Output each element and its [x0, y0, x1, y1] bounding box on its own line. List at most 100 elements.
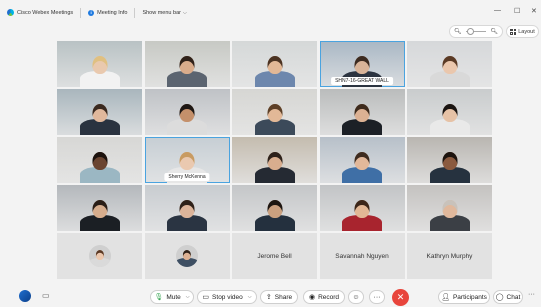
- person-head: [267, 56, 282, 74]
- person-head: [354, 152, 370, 170]
- chevron-down-icon: ⌵: [182, 9, 187, 16]
- person-head: [354, 200, 370, 218]
- participant-name-tag: Sherry McKenna: [164, 173, 210, 181]
- participants-label: Participants: [452, 293, 487, 301]
- person-head: [442, 56, 457, 74]
- layout-button[interactable]: Layout: [506, 25, 539, 38]
- person-head: [95, 249, 104, 260]
- video-tile-off[interactable]: [57, 233, 142, 279]
- more-icon: ···: [373, 293, 381, 301]
- divider: [80, 7, 82, 18]
- meeting-controls-bar: ▭ 🎙︎ Mute ⌵ ▭ Stop video ⌵ ⇪ Share ◉ Rec…: [0, 287, 541, 307]
- zoom-slider-thumb[interactable]: [467, 28, 475, 35]
- zoom-in-icon[interactable]: 🔍︎: [490, 28, 498, 35]
- app-name: Cisco Webex Meetings: [17, 9, 74, 16]
- record-button[interactable]: ◉ Record: [303, 290, 345, 304]
- person-head: [92, 104, 107, 122]
- video-tile-off[interactable]: [144, 233, 230, 279]
- video-tile[interactable]: SHN7-16-GREAT WALL: [319, 41, 405, 87]
- person-head: [92, 152, 107, 170]
- video-tile[interactable]: [232, 41, 317, 87]
- video-tile[interactable]: [57, 89, 142, 135]
- more-options-button[interactable]: ···: [369, 290, 385, 304]
- zoom-control[interactable]: 🔍︎ 🔍︎: [449, 25, 503, 38]
- person-head: [179, 200, 195, 218]
- meeting-info-label: Meeting Info: [97, 9, 128, 16]
- reactions-button[interactable]: ☺: [348, 290, 364, 304]
- meeting-info-button[interactable]: i Meeting Info: [88, 9, 128, 16]
- title-bar: Cisco Webex Meetings i Meeting Info Show…: [0, 0, 541, 25]
- chevron-down-icon[interactable]: ⌵: [248, 294, 252, 300]
- video-tile[interactable]: [407, 185, 492, 231]
- close-window-button[interactable]: ✕: [531, 7, 537, 15]
- captions-icon[interactable]: ▭: [42, 291, 50, 300]
- stop-video-label: Stop video: [212, 293, 243, 301]
- person-head: [354, 56, 370, 74]
- record-label: Record: [318, 293, 340, 301]
- person-head: [92, 56, 107, 74]
- person-head: [442, 104, 457, 122]
- avatar: [176, 245, 198, 267]
- webex-logo-icon: [7, 9, 14, 16]
- video-tile[interactable]: [319, 137, 405, 183]
- zoom-out-icon[interactable]: 🔍︎: [454, 28, 462, 35]
- video-tile-off[interactable]: Savannah Nguyen: [319, 233, 405, 279]
- smiley-icon: ☺: [352, 293, 360, 301]
- app-title: Cisco Webex Meetings: [7, 9, 73, 16]
- person-head: [442, 152, 457, 170]
- divider: [134, 7, 136, 18]
- more-panels-icon[interactable]: ···: [528, 291, 535, 298]
- video-tile[interactable]: [407, 41, 492, 87]
- video-tile[interactable]: [57, 185, 142, 231]
- mute-label: Mute: [166, 293, 181, 301]
- chat-label: Chat: [506, 293, 521, 301]
- video-tile[interactable]: [407, 89, 492, 135]
- share-button[interactable]: ⇪ Share: [260, 290, 298, 304]
- leave-meeting-button[interactable]: ✕: [392, 289, 409, 306]
- video-tile[interactable]: [232, 89, 317, 135]
- video-camera-icon: ▭: [202, 294, 210, 301]
- video-tile[interactable]: [144, 185, 230, 231]
- stop-video-button[interactable]: ▭ Stop video ⌵: [197, 290, 257, 304]
- video-tile[interactable]: [144, 89, 230, 135]
- video-tile[interactable]: [57, 41, 142, 87]
- person-head: [354, 104, 370, 122]
- mute-button[interactable]: 🎙︎ Mute ⌵: [150, 290, 194, 304]
- video-tile[interactable]: [144, 41, 230, 87]
- avatar: [88, 245, 111, 267]
- video-tile[interactable]: [407, 137, 492, 183]
- info-icon: i: [88, 9, 95, 16]
- participant-name: Jerome Bell: [257, 252, 292, 260]
- participant-name: Kathryn Murphy: [426, 252, 473, 260]
- chevron-down-icon[interactable]: ⌵: [186, 294, 190, 300]
- minimize-button[interactable]: —: [494, 7, 501, 14]
- grid-layout-icon: [510, 28, 517, 35]
- participants-button[interactable]: 👤︎ Participants: [438, 290, 490, 304]
- share-icon: ⇪: [265, 294, 272, 301]
- video-tile[interactable]: [232, 137, 317, 183]
- video-tile[interactable]: [57, 137, 142, 183]
- video-tile[interactable]: [319, 185, 405, 231]
- show-menu-bar-button[interactable]: Show menu bar ⌵: [142, 10, 186, 16]
- microphone-icon: 🎙︎: [154, 294, 164, 301]
- video-tile-off[interactable]: Jerome Bell: [232, 233, 317, 279]
- maximize-button[interactable]: ☐: [514, 7, 520, 15]
- person-head: [267, 200, 282, 218]
- video-tile-off[interactable]: Kathryn Murphy: [407, 233, 492, 279]
- zoom-slider-track[interactable]: [465, 28, 487, 35]
- chat-bubble-icon: ◯: [495, 294, 504, 301]
- person-head: [267, 104, 282, 122]
- share-label: Share: [274, 293, 293, 301]
- person-head: [179, 104, 195, 122]
- self-view-avatar[interactable]: [19, 290, 31, 302]
- video-tile[interactable]: [319, 89, 405, 135]
- video-tile[interactable]: [232, 185, 317, 231]
- person-head: [179, 56, 195, 74]
- participant-name-tag: SHN7-16-GREAT WALL: [331, 77, 393, 85]
- close-icon: ✕: [396, 292, 405, 302]
- person-head: [267, 152, 282, 170]
- video-tile[interactable]: Sherry McKenna: [144, 137, 230, 183]
- chat-button[interactable]: ◯ Chat: [493, 290, 523, 304]
- person-head: [182, 249, 192, 260]
- layout-label: Layout: [518, 28, 535, 35]
